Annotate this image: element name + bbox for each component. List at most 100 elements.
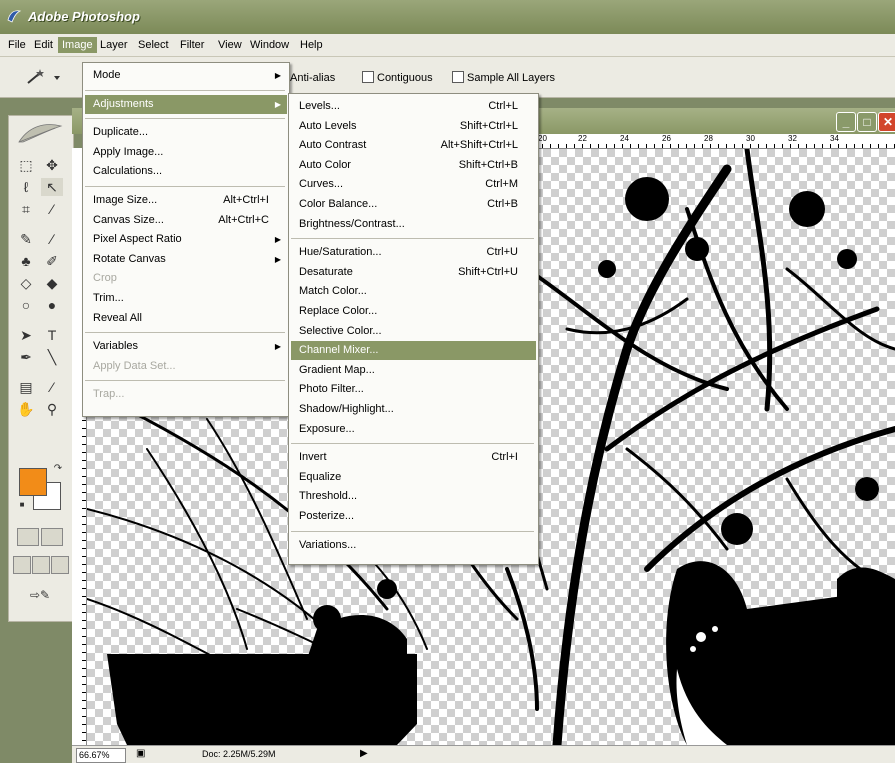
move-tool-icon[interactable]: ✥ bbox=[41, 156, 63, 174]
menu-layer[interactable]: Layer bbox=[96, 37, 132, 53]
jump-to-imageready-icon[interactable]: ⇨✎ bbox=[17, 586, 63, 604]
adjustments-item-auto-levels[interactable]: Auto Levels Shift+Ctrl+L bbox=[291, 117, 536, 136]
brush-tool-icon[interactable]: ∕ bbox=[41, 230, 63, 248]
contiguous-checkbox[interactable] bbox=[362, 71, 374, 83]
anti-alias-option[interactable]: Anti-alias bbox=[290, 71, 335, 85]
screen-mode-full-menu-button[interactable] bbox=[32, 556, 50, 574]
dodge-tool-icon[interactable]: ● bbox=[41, 296, 63, 314]
close-button[interactable]: ✕ bbox=[878, 112, 895, 132]
adjustments-item-invert[interactable]: Invert Ctrl+I bbox=[291, 448, 536, 467]
magic-wand-preset-icon[interactable] bbox=[14, 67, 70, 87]
anti-alias-label: Anti-alias bbox=[290, 72, 336, 84]
paint-bucket-tool-icon[interactable]: ◆ bbox=[41, 274, 63, 292]
image-menu-item-calculations[interactable]: Calculations... bbox=[85, 162, 287, 181]
image-menu-item-duplicate[interactable]: Duplicate... bbox=[85, 123, 287, 142]
pen-tool-icon[interactable]: ✒ bbox=[15, 348, 37, 366]
adjustments-item-desaturate[interactable]: Desaturate Shift+Ctrl+U bbox=[291, 263, 536, 282]
standard-mode-button[interactable] bbox=[17, 528, 39, 546]
menu-item-label: Auto Color bbox=[299, 158, 351, 171]
adjustments-item-color-balance[interactable]: Color Balance... Ctrl+B bbox=[291, 195, 536, 214]
adjustments-item-shadow-highlight[interactable]: Shadow/Highlight... bbox=[291, 400, 536, 419]
minimize-button[interactable]: _ bbox=[836, 112, 856, 132]
swap-colors-icon[interactable]: ↷ bbox=[47, 460, 69, 478]
type-tool-icon[interactable]: T bbox=[41, 326, 63, 344]
image-menu-item-trim[interactable]: Trim... bbox=[85, 289, 287, 308]
marquee-tool-icon[interactable]: ⬚ bbox=[15, 156, 37, 174]
adjustments-item-gradient-map[interactable]: Gradient Map... bbox=[291, 361, 536, 380]
image-menu-item-mode[interactable]: Mode ▶ bbox=[85, 66, 287, 85]
line-tool-icon[interactable]: ╲ bbox=[41, 348, 63, 366]
menu-item-label: Replace Color... bbox=[299, 305, 378, 317]
adjustments-item-auto-contrast[interactable]: Auto Contrast Alt+Shift+Ctrl+L bbox=[291, 136, 536, 155]
photoshop-app-icon bbox=[7, 10, 22, 23]
notes-tool-icon[interactable]: ▤ bbox=[15, 378, 37, 396]
history-brush-tool-icon[interactable]: ✐ bbox=[41, 252, 63, 270]
menu-item-label: Crop bbox=[93, 272, 117, 285]
hand-tool-icon[interactable]: ✋ bbox=[15, 400, 37, 418]
menu-select[interactable]: Select bbox=[134, 37, 173, 53]
adjustments-item-threshold[interactable]: Threshold... bbox=[291, 487, 536, 506]
image-menu-item-variables[interactable]: Variables ▶ bbox=[85, 337, 287, 356]
submenu-arrow-icon: ▶ bbox=[274, 235, 281, 245]
magic-wand-tool-icon[interactable]: ↖ bbox=[41, 178, 63, 196]
image-menu-item-rotate-canvas[interactable]: Rotate Canvas ▶ bbox=[85, 250, 287, 269]
adjustments-item-selective-color[interactable]: Selective Color... bbox=[291, 322, 536, 341]
menu-item-label: Brightness/Contrast... bbox=[299, 217, 405, 230]
menu-item-shortcut: Alt+Shift+Ctrl+L bbox=[440, 139, 518, 152]
blur-tool-icon[interactable]: ○ bbox=[15, 296, 37, 314]
image-menu: Mode ▶ Adjustments ▶ Duplicate... Apply Image… bbox=[82, 62, 290, 417]
screen-mode-full-button[interactable] bbox=[51, 556, 69, 574]
image-menu-item-image-size[interactable]: Image Size... Alt+Ctrl+I bbox=[85, 191, 287, 210]
adjustments-item-hue-saturation[interactable]: Hue/Saturation... Ctrl+U bbox=[291, 243, 536, 262]
default-colors-icon[interactable]: ■ bbox=[11, 496, 33, 514]
image-menu-item-reveal-all[interactable]: Reveal All bbox=[85, 309, 287, 328]
crop-tool-icon[interactable]: ⌗ bbox=[15, 200, 37, 218]
menu-window[interactable]: Window bbox=[246, 37, 293, 53]
contiguous-option[interactable]: Contiguous bbox=[362, 71, 433, 85]
status-arrow-icon[interactable]: ▶ bbox=[360, 748, 368, 759]
menu-filter[interactable]: Filter bbox=[176, 37, 208, 53]
adjustments-item-equalize[interactable]: Equalize bbox=[291, 468, 536, 487]
maximize-button[interactable]: □ bbox=[857, 112, 877, 132]
adjustments-item-auto-color[interactable]: Auto Color Shift+Ctrl+B bbox=[291, 156, 536, 175]
menu-item-label: Auto Levels bbox=[299, 119, 357, 132]
image-menu-item-pixel-aspect-ratio[interactable]: Pixel Aspect Ratio ▶ bbox=[85, 230, 287, 249]
menu-file[interactable]: File bbox=[4, 37, 30, 53]
menu-edit[interactable]: Edit bbox=[30, 37, 57, 53]
adjustments-item-channel-mixer[interactable]: Channel Mixer... bbox=[291, 341, 536, 361]
status-menu-icon[interactable]: ▣ bbox=[136, 748, 145, 759]
lasso-tool-icon[interactable]: ℓ bbox=[15, 178, 37, 196]
image-menu-item-apply-image[interactable]: Apply Image... bbox=[85, 143, 287, 162]
menu-help[interactable]: Help bbox=[296, 37, 327, 53]
ruler-label: 22 bbox=[578, 134, 587, 143]
ruler-label: 28 bbox=[704, 134, 713, 143]
adjustments-item-exposure[interactable]: Exposure... bbox=[291, 420, 536, 439]
menu-image[interactable]: Image bbox=[58, 37, 97, 53]
zoom-level-field[interactable]: 66.67% bbox=[76, 748, 126, 763]
clone-stamp-tool-icon[interactable]: ♣ bbox=[15, 252, 37, 270]
sample-all-layers-checkbox[interactable] bbox=[452, 71, 464, 83]
sample-all-layers-option[interactable]: Sample All Layers bbox=[452, 71, 555, 85]
adjustments-item-replace-color[interactable]: Replace Color... bbox=[291, 302, 536, 321]
eraser-tool-icon[interactable]: ◇ bbox=[15, 274, 37, 292]
path-selection-tool-icon[interactable]: ➤ bbox=[15, 326, 37, 344]
slice-tool-icon[interactable]: ⁄ bbox=[41, 200, 63, 218]
menu-item-label: Image Size... bbox=[93, 194, 158, 206]
menu-view[interactable]: View bbox=[214, 37, 246, 53]
foreground-color-swatch[interactable] bbox=[19, 468, 47, 496]
adjustments-item-levels[interactable]: Levels... Ctrl+L bbox=[291, 97, 536, 116]
adjustments-item-posterize[interactable]: Posterize... bbox=[291, 507, 536, 526]
adjustments-item-photo-filter[interactable]: Photo Filter... bbox=[291, 380, 536, 399]
zoom-tool-icon[interactable]: ⚲ bbox=[41, 400, 63, 418]
image-menu-item-canvas-size[interactable]: Canvas Size... Alt+Ctrl+C bbox=[85, 211, 287, 230]
adjustments-item-curves[interactable]: Curves... Ctrl+M bbox=[291, 175, 536, 194]
eyedropper-tool-icon[interactable]: ⁄ bbox=[41, 378, 63, 396]
adjustments-item-variations[interactable]: Variations... bbox=[291, 536, 536, 555]
adjustments-item-match-color[interactable]: Match Color... bbox=[291, 282, 536, 301]
quick-mask-mode-button[interactable] bbox=[41, 528, 63, 546]
screen-mode-standard-button[interactable] bbox=[13, 556, 31, 574]
image-menu-item-adjustments[interactable]: Adjustments ▶ bbox=[85, 94, 287, 114]
adjustments-item-brightness-contrast[interactable]: Brightness/Contrast... bbox=[291, 215, 536, 234]
menu-item-label: Rotate Canvas bbox=[93, 252, 166, 265]
healing-brush-tool-icon[interactable]: ✎ bbox=[15, 230, 37, 248]
